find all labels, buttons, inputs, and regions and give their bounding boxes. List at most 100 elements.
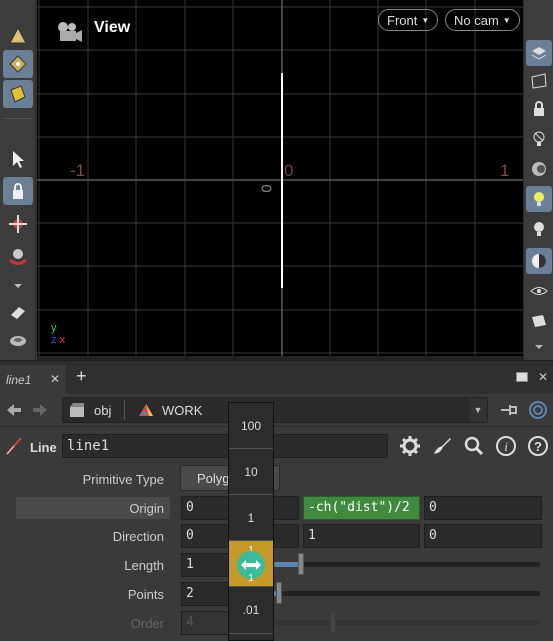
- order-slider-handle: [330, 611, 336, 633]
- pane-close-icon[interactable]: ✕: [538, 370, 548, 384]
- ladder-step-selected[interactable]: 1 1: [229, 541, 273, 587]
- template-icon[interactable]: [526, 68, 552, 94]
- node-type-label: Line: [30, 440, 57, 455]
- order-label: Order: [130, 616, 164, 631]
- lock-view-icon[interactable]: [526, 96, 552, 122]
- parameter-pane: Primitive Type Polygon Origin 0 -ch("dis…: [0, 462, 553, 641]
- tab-label: line1: [6, 373, 32, 387]
- ladder-divider: [229, 633, 273, 634]
- length-label: Length: [124, 558, 164, 573]
- ladder-step-100[interactable]: 100: [229, 403, 273, 449]
- camera-dropdown-label: No cam: [454, 12, 499, 28]
- search-icon[interactable]: [462, 434, 486, 458]
- high-quality-light-icon[interactable]: [526, 216, 552, 242]
- gear-icon[interactable]: [398, 434, 422, 458]
- viewport-grid: [37, 0, 523, 360]
- snap-icon[interactable]: [3, 326, 33, 354]
- axes-gizmo: y z x: [51, 322, 65, 346]
- direction-y-field[interactable]: 1: [303, 524, 420, 548]
- axis-label-right: 1: [500, 161, 510, 180]
- path-bar: obj WORK ▼: [0, 394, 553, 426]
- gizmo-z: z: [51, 334, 57, 346]
- back-arrow-icon[interactable]: [4, 400, 26, 420]
- add-tab-button[interactable]: +: [76, 366, 87, 387]
- line-sop-icon: [6, 437, 22, 455]
- value-ladder[interactable]: 100 10 1 1 1 .01: [228, 402, 274, 641]
- points-slider-handle[interactable]: [276, 582, 282, 604]
- points-mode-icon[interactable]: [3, 50, 33, 78]
- object-mode-icon[interactable]: [3, 22, 33, 50]
- camera-dropdown[interactable]: No cam ▼: [445, 9, 520, 31]
- axis-label-vertical: 0: [257, 184, 275, 193]
- ghost-icon[interactable]: [526, 40, 552, 66]
- link-icon[interactable]: [527, 399, 549, 421]
- origin-z-field[interactable]: 0: [424, 496, 542, 520]
- svg-text:?: ?: [534, 439, 542, 454]
- viewport-title: View: [94, 19, 131, 36]
- maximize-icon[interactable]: [516, 372, 528, 382]
- geometry-node-icon: [139, 404, 153, 416]
- path-dropdown[interactable]: ▼: [469, 398, 487, 422]
- svg-text:i: i: [504, 439, 508, 454]
- length-slider[interactable]: [274, 562, 540, 567]
- length-slider-fill: [274, 562, 301, 567]
- ladder-selected-bottom-value: 1: [248, 573, 254, 584]
- houdini-window: View Front ▼ No cam ▼ -1 0 1 0 y z x lin…: [0, 0, 553, 641]
- view-dropdown[interactable]: Front ▼: [378, 9, 439, 31]
- tab-line1[interactable]: line1 ✕: [0, 365, 66, 395]
- camera-icon[interactable]: [53, 18, 85, 46]
- network-path-field[interactable]: obj WORK ▼: [62, 397, 488, 423]
- close-icon[interactable]: ✕: [50, 372, 60, 386]
- forward-arrow-icon[interactable]: [30, 400, 52, 420]
- display-options-icon[interactable]: [526, 308, 552, 334]
- path-segment-work[interactable]: WORK: [162, 403, 202, 418]
- node-header: Line line1 i ?: [0, 426, 553, 462]
- ladder-step-0.01[interactable]: .01: [229, 587, 273, 633]
- select-arrow-icon[interactable]: [3, 145, 33, 173]
- move-handle-icon[interactable]: [3, 210, 33, 238]
- ladder-step-10[interactable]: 10: [229, 449, 273, 495]
- ladder-step-label: 10: [244, 465, 258, 479]
- visibility-icon[interactable]: [526, 278, 552, 304]
- axis-label-left: -1: [70, 161, 86, 180]
- points-slider[interactable]: [274, 591, 540, 596]
- origin-y-field[interactable]: -ch("dist")/2: [303, 496, 420, 520]
- primitive-type-label: Primitive Type: [82, 472, 164, 487]
- origin-label: Origin: [129, 501, 164, 516]
- axis-label-center: 0: [284, 161, 294, 180]
- ladder-step-label: 1: [247, 511, 255, 525]
- pane-tab-bar: line1 ✕ + ✕: [0, 360, 553, 395]
- shading-icon[interactable]: [526, 248, 552, 274]
- paint-icon[interactable]: [3, 298, 33, 326]
- headlight-icon[interactable]: [526, 156, 552, 182]
- obj-network-icon: [70, 403, 84, 417]
- pin-icon[interactable]: [498, 400, 520, 420]
- ladder-step-1[interactable]: 1: [229, 495, 273, 541]
- points-label: Points: [127, 587, 164, 602]
- normal-light-icon[interactable]: [526, 186, 552, 212]
- ladder-step-label: .01: [242, 603, 260, 617]
- gizmo-y: y: [51, 322, 57, 334]
- gizmo-x: x: [59, 334, 66, 346]
- ladder-step-label: 100: [240, 419, 262, 433]
- lock-icon[interactable]: [3, 177, 33, 205]
- scene-viewport[interactable]: View Front ▼ No cam ▼ -1 0 1 0 y z x: [37, 0, 523, 360]
- chevron-down-icon[interactable]: [3, 272, 33, 300]
- order-slider: [274, 620, 540, 625]
- chevron-down-icon[interactable]: [526, 334, 552, 360]
- chevron-down-icon: ▼: [421, 15, 430, 25]
- view-dropdown-label: Front: [387, 12, 418, 28]
- node-name-field[interactable]: line1: [62, 434, 388, 458]
- paint-brush-icon[interactable]: [430, 434, 454, 458]
- left-toolbar: [0, 0, 36, 360]
- help-icon[interactable]: ?: [526, 434, 550, 458]
- chevron-down-icon: ▼: [502, 15, 511, 25]
- path-segment-obj[interactable]: obj: [94, 403, 111, 418]
- direction-z-field[interactable]: 0: [424, 524, 542, 548]
- info-icon[interactable]: i: [494, 434, 518, 458]
- primitives-mode-icon[interactable]: [3, 80, 33, 108]
- rotate-handle-icon[interactable]: [3, 242, 33, 270]
- length-slider-handle[interactable]: [298, 553, 304, 575]
- right-toolbar: [523, 0, 553, 360]
- light-off-icon[interactable]: [526, 126, 552, 152]
